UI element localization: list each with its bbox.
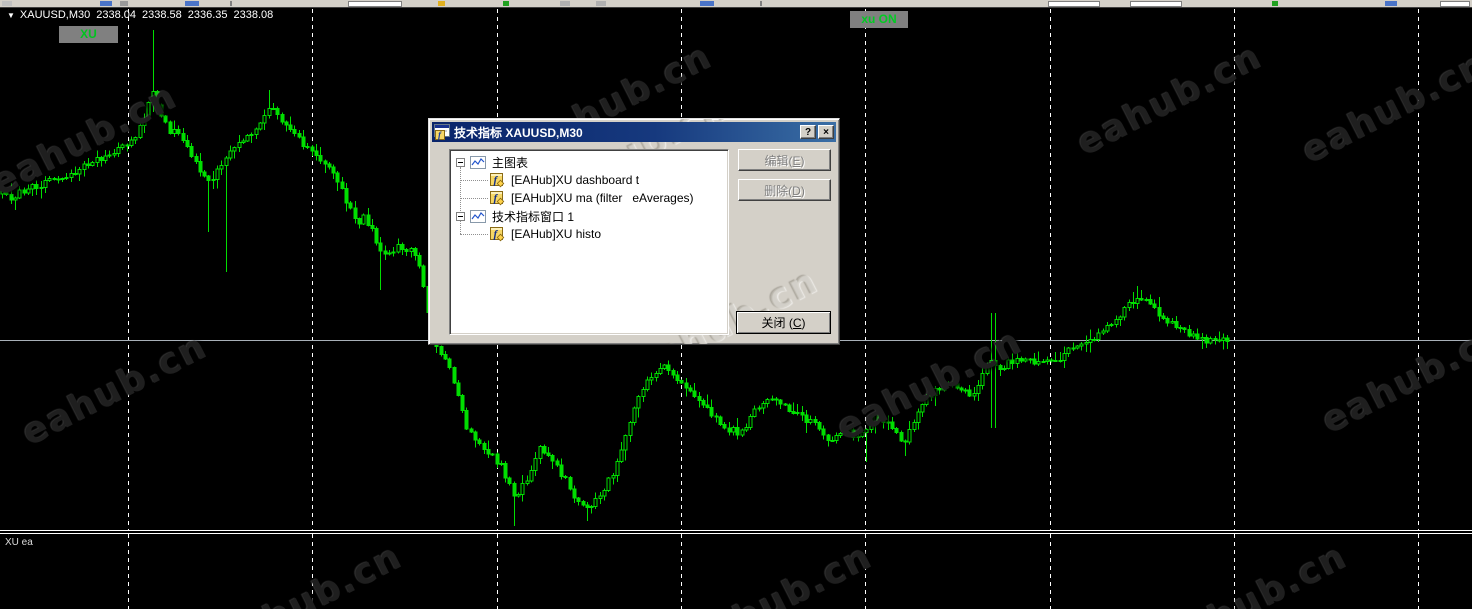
close-button[interactable]: 关闭 (C)	[736, 311, 831, 334]
toolbar-icon-fragment	[1385, 1, 1397, 6]
tree-item-xu-ma[interactable]: f [EAHub]XU ma (filter eAverages)	[450, 189, 728, 207]
indicators-dialog-icon: f	[434, 124, 450, 140]
toolbar-icon-fragment	[438, 1, 445, 6]
toolbar-icon-fragment	[560, 1, 570, 6]
toolbar-icon-fragment	[1048, 1, 1100, 7]
chart-ohlc-header: ▼ XAUUSD,M30 2338.04 2338.58 2336.35 233…	[7, 9, 279, 21]
tree-item-label: [EAHub]XU histo	[511, 227, 602, 241]
toolbar-icon-fragment	[1440, 1, 1470, 7]
chart-window-icon	[470, 155, 486, 169]
tree-item-label: [EAHub]XU ma (filter eAverages)	[511, 191, 694, 205]
toolbar-icon-fragment	[760, 1, 762, 6]
symbol-dropdown-arrow-icon[interactable]: ▼	[7, 10, 15, 21]
mt4-terminal: ▼ XAUUSD,M30 2338.04 2338.58 2336.35 233…	[0, 0, 1472, 609]
tree-item-main-chart[interactable]: 主图表	[450, 153, 728, 171]
tree-item-indicator-window-1[interactable]: 技术指标窗口 1	[450, 207, 728, 225]
collapse-toggle-icon[interactable]	[456, 157, 465, 167]
high-value: 2338.58	[141, 9, 182, 21]
toolbar-sliver	[0, 0, 1472, 8]
toolbar-icon-fragment	[2, 1, 12, 6]
toolbar-icon-fragment	[120, 1, 128, 6]
close-value: 2338.08	[233, 9, 274, 21]
indicators-dialog: eahub.cn eahub.cn f 技术指标 XAUUSD,M30 ? ×	[428, 118, 840, 345]
tree-item-label: 技术指标窗口 1	[492, 209, 575, 224]
subwindow-indicator-label: XU ea	[5, 537, 33, 548]
xu-overlay-button[interactable]: XU	[59, 26, 118, 43]
toolbar-icon-fragment	[1272, 1, 1278, 6]
edit-button[interactable]: 编辑(E)	[738, 149, 831, 171]
toolbar-icon-fragment	[596, 1, 606, 6]
dialog-close-x-button[interactable]: ×	[818, 125, 834, 139]
toolbar-icon-fragment	[230, 1, 232, 6]
toolbar-icon-fragment	[348, 1, 402, 7]
toolbar-icon-fragment	[185, 1, 199, 6]
dialog-title: 技术指标 XAUUSD,M30	[454, 125, 583, 140]
toolbar-icon-fragment	[1130, 1, 1182, 7]
toolbar-icon-fragment	[503, 1, 509, 6]
tree-item-label: [EAHub]XU dashboard t	[511, 173, 640, 187]
indicator-f-icon: f	[490, 172, 505, 187]
toolbar-icon-fragment	[100, 1, 112, 6]
toolbar-icon-fragment	[700, 1, 714, 6]
collapse-toggle-icon[interactable]	[456, 211, 465, 221]
dialog-help-button[interactable]: ?	[800, 125, 816, 139]
tree-item-xu-dashboard[interactable]: f [EAHub]XU dashboard t	[450, 171, 728, 189]
symbol-period-label: XAUUSD,M30	[19, 9, 91, 21]
indicator-f-icon: f	[490, 190, 505, 205]
tree-item-label: 主图表	[492, 155, 529, 170]
tree-item-xu-histo[interactable]: f [EAHub]XU histo	[450, 225, 728, 243]
open-value: 2338.04	[96, 9, 136, 21]
indicator-tree-listbox[interactable]: 主图表 f [EAHub]XU dashboard t f [EAHub]XU …	[449, 149, 729, 335]
delete-button[interactable]: 删除(D)	[738, 179, 831, 201]
dialog-titlebar[interactable]: f 技术指标 XAUUSD,M30 ? ×	[432, 122, 836, 142]
indicator-f-icon: f	[490, 226, 505, 241]
low-value: 2336.35	[187, 9, 228, 21]
xu-on-overlay-button[interactable]: xu ON	[850, 11, 908, 28]
chart-window-icon	[470, 209, 486, 223]
